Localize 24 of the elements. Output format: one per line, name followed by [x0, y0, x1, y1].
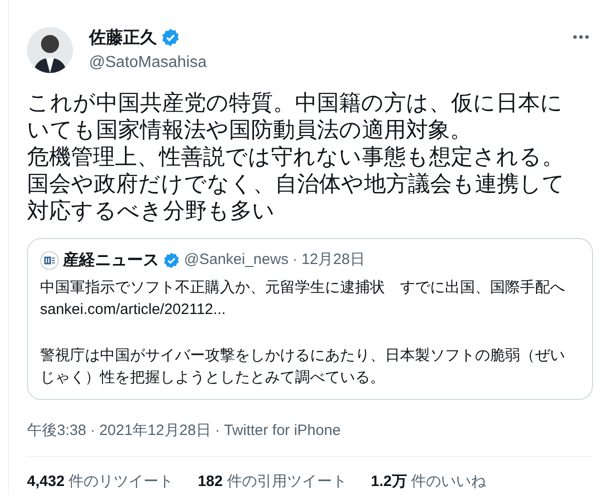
quote-link[interactable]: sankei.com/article/202112... [40, 298, 578, 320]
tweet-text: 国会や政府だけでなく、自治体や地方議会も連携して対応するべき分野も多い [27, 170, 566, 224]
author-handle[interactable]: @SatoMasahisa [89, 50, 568, 74]
quote-date: 12月28日 [301, 250, 365, 270]
separator-dot: · [214, 420, 220, 440]
source-link[interactable]: Twitter for iPhone [224, 420, 341, 442]
avatar-icon[interactable] [27, 26, 73, 73]
separator-dot: · [292, 250, 298, 270]
tweet-date: 2021年12月28日 [99, 420, 211, 440]
author-name[interactable]: 佐藤正久 [89, 25, 157, 50]
quote-body: 警視庁は中国がサイバー攻撃をしかけるにあたり、日本製ソフトの脆弱（ぜいじゃく）性を把握しようとしたとみて調べている。 [40, 346, 566, 388]
tweet-text: 危機管理上、性善説では守れない事態も想定される。 [27, 142, 565, 170]
quote-headline: 中国軍指示でソフト不正購入か、元留学生に逮捕状 すでに出国、国際手配へ [40, 278, 566, 298]
stat-link[interactable]: 182 件の引用ツイート [198, 471, 347, 494]
tweet-time[interactable]: 午後3:38 [27, 420, 86, 442]
stat-link[interactable]: 1.2万 件のいいね [370, 471, 486, 494]
tweet-text: これが中国共産党の特質。中国籍の方は、仮に日本にいても国家情報法や国防動員法の適用対象。 [27, 88, 564, 142]
quoted-tweet-card[interactable]: 産経ニュース @Sankei_news · 12月28日 中国軍指示でソフト不正購入か、元留学生に逮捕状 すでに出国、国際手配へ sankei.com/article/202112... 警視庁は中国がサイバー攻撃をしかけるにあたり、日本製ソフトの脆弱（ぜいじゃく）性を把握しようとしたとみて調べている。 [27, 238, 593, 400]
separator-dot: · [90, 420, 96, 440]
quote-author-name: 産経ニュース [63, 250, 159, 270]
quote-author-handle: @Sankei_news [184, 250, 288, 270]
more-icon [572, 34, 590, 40]
news-logo-icon [40, 251, 59, 270]
stat-link[interactable]: 4,432 件のリツイート [27, 471, 174, 494]
